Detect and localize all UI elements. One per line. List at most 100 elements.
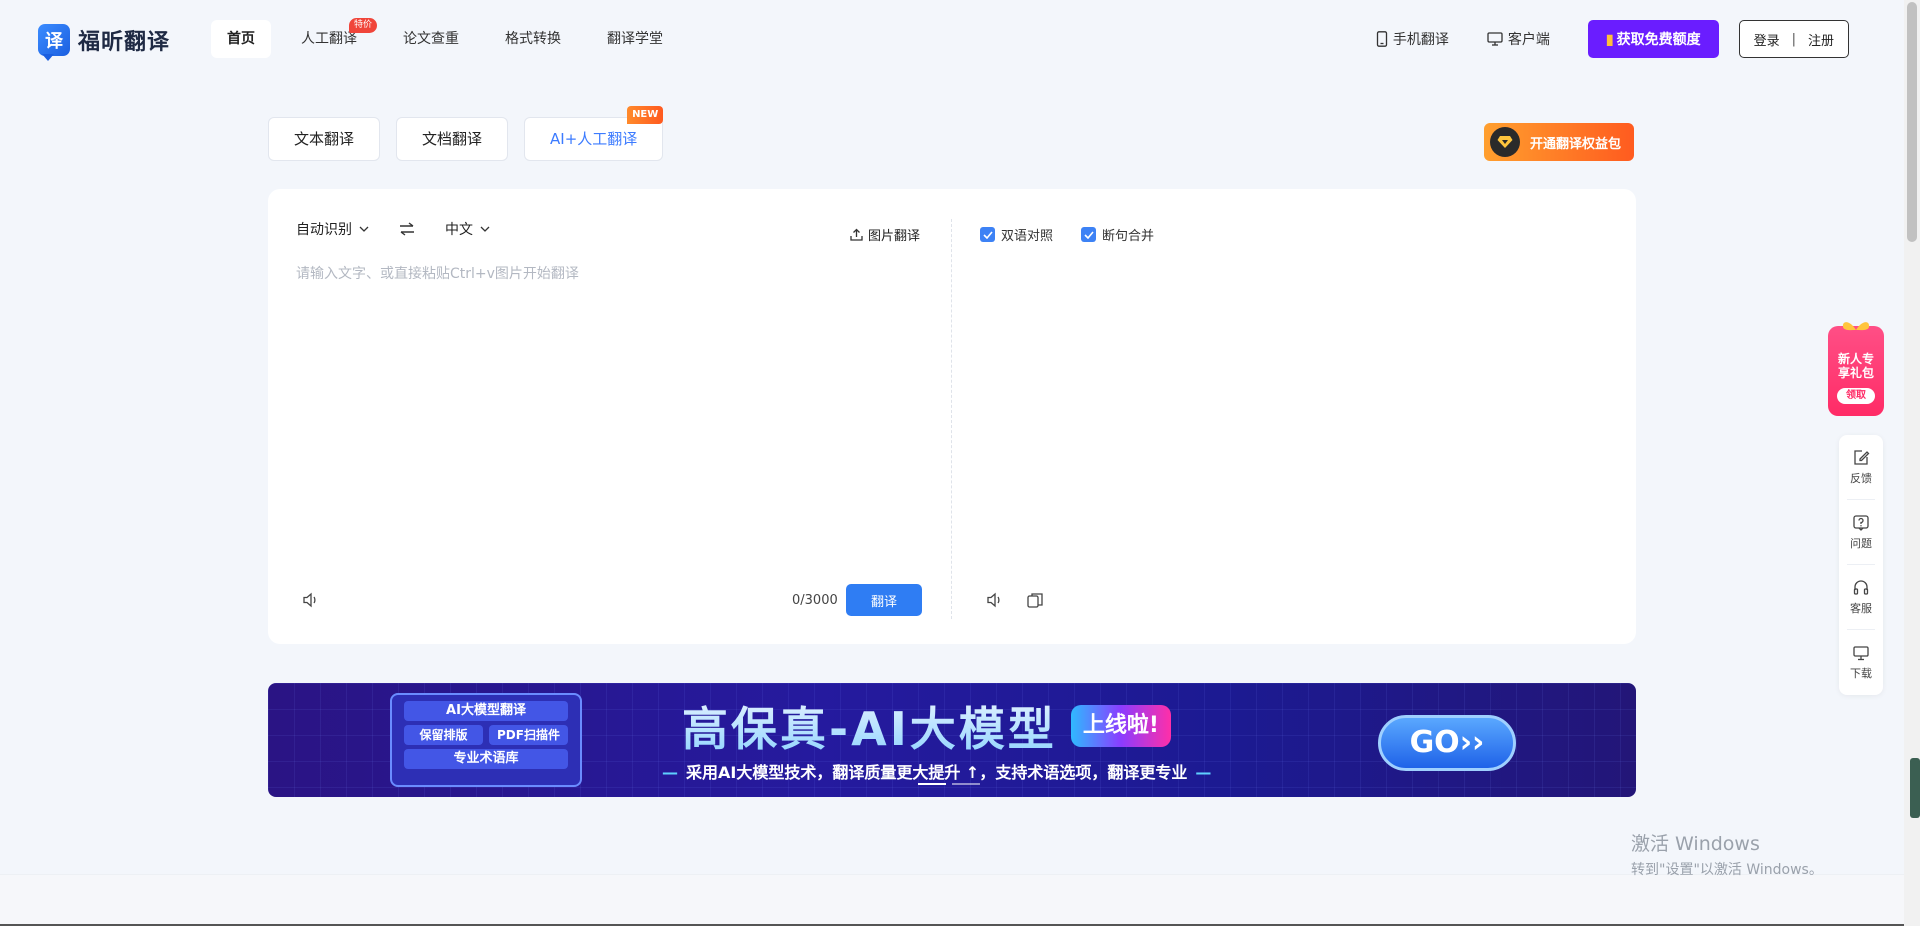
chip-title: AI大模型翻译	[404, 701, 568, 721]
source-text-input[interactable]	[296, 263, 886, 553]
chip-pill: 保留排版	[404, 725, 483, 745]
brand-name: 福昕翻译	[78, 30, 171, 55]
nav-item-label: 翻译学堂	[607, 31, 663, 47]
side-toolbar: 反馈 问题 客服 下载	[1839, 435, 1883, 695]
client-label: 客户端	[1507, 32, 1550, 48]
gift-icon: ▮	[1605, 30, 1614, 47]
nav-item-home[interactable]: 首页	[211, 20, 271, 58]
translate-mode-tabs: 文本翻译 文档翻译 AI+人工翻译 NEW	[268, 106, 679, 161]
gift-text: 新人专 享礼包	[1828, 352, 1884, 380]
side-panel-handle[interactable]	[1910, 758, 1920, 818]
carousel-dot[interactable]	[918, 783, 946, 785]
feedback-button[interactable]: 反馈	[1839, 435, 1883, 499]
logo-icon: 译	[38, 24, 70, 61]
tool-label: 反馈	[1850, 471, 1872, 485]
tab-document-translate[interactable]: 文档翻译	[396, 117, 509, 161]
login-link[interactable]: 登录	[1754, 30, 1780, 49]
checkbox-label: 双语对照	[1001, 229, 1054, 244]
monitor-icon	[1853, 645, 1869, 660]
tool-label: 问题	[1850, 536, 1872, 550]
new-badge: NEW	[627, 106, 664, 124]
diamond-icon	[1490, 127, 1520, 157]
tab-ai-human-translate[interactable]: AI+人工翻译 NEW	[524, 106, 664, 161]
download-button[interactable]: 下载	[1839, 630, 1883, 694]
header-actions: 手机翻译 客户端 ▮ 获取免费额度 登录 | 注册	[1376, 20, 1849, 58]
image-translate-button[interactable]: 图片翻译	[850, 225, 920, 244]
image-translate-label: 图片翻译	[868, 229, 921, 244]
translate-button[interactable]: 翻译	[846, 584, 922, 616]
nav-item-translation-academy[interactable]: 翻译学堂	[591, 20, 679, 58]
brand-logo[interactable]: 译 福昕翻译	[38, 24, 171, 61]
nav-item-format-convert[interactable]: 格式转换	[489, 20, 577, 58]
monitor-icon	[1487, 32, 1503, 46]
watermark-line: 转到"设置"以激活 Windows。	[1631, 862, 1823, 878]
mobile-translate-label: 手机翻译	[1392, 32, 1449, 48]
tool-label: 客服	[1850, 601, 1872, 615]
customer-service-button[interactable]: 客服	[1839, 565, 1883, 629]
checkbox-label: 断句合并	[1102, 229, 1155, 244]
tab-text-translate[interactable]: 文本翻译	[268, 117, 381, 161]
copy-icon[interactable]	[1026, 591, 1044, 613]
panel-divider	[951, 219, 952, 619]
banner-headline-text: 高保真-AI大模型	[682, 693, 1057, 759]
carousel-dots	[918, 783, 980, 785]
gift-text-line: 新人专	[1837, 352, 1874, 366]
tab-label: 文档翻译	[422, 130, 483, 148]
carousel-dot[interactable]	[952, 783, 980, 785]
banner-go-button[interactable]: GO››	[1378, 715, 1516, 771]
char-count: 0/3000	[792, 593, 838, 608]
target-language-value: 中文	[445, 222, 473, 238]
chevron-down-icon	[480, 226, 490, 232]
banner-headline: 高保真-AI大模型 上线啦!	[682, 693, 1171, 759]
nav-item-label: 论文查重	[403, 31, 459, 47]
source-language-select[interactable]: 自动识别	[296, 219, 369, 239]
claim-gift-button[interactable]: 领取	[1837, 388, 1875, 404]
mobile-translate-link[interactable]: 手机翻译	[1376, 29, 1449, 49]
tab-label: 文本翻译	[294, 130, 355, 148]
scrollbar-thumb[interactable]	[1907, 2, 1917, 242]
chip-pill: PDF扫描件	[489, 725, 568, 745]
banner-chip-graphic: AI大模型翻译 保留排版 PDF扫描件 专业术语库	[390, 693, 582, 787]
newcomer-gift-widget[interactable]: 新人专 享礼包 领取	[1828, 322, 1884, 416]
banner-dash: —	[1195, 763, 1212, 782]
client-download-link[interactable]: 客户端	[1487, 29, 1550, 49]
logo-glyph: 译	[45, 31, 63, 52]
banner-subline-text: 采用AI大模型技术，翻译质量更大提升 ↑，支持术语选项，翻译更专业	[686, 763, 1188, 782]
login-register-button[interactable]: 登录 | 注册	[1738, 20, 1849, 58]
swap-languages-button[interactable]	[399, 222, 415, 236]
get-free-quota-button[interactable]: ▮ 获取免费额度	[1587, 20, 1719, 58]
windows-activation-watermark: 激活 Windows 转到"设置"以激活 Windows。	[1631, 829, 1823, 879]
nav-item-human-translation[interactable]: 人工翻译 特价	[285, 18, 377, 58]
swap-icon	[400, 222, 414, 236]
vip-pack-label: 开通翻译权益包	[1530, 136, 1622, 152]
tab-label: AI+人工翻译	[550, 130, 638, 148]
chip-bottom: 专业术语库	[404, 749, 568, 769]
source-speaker-icon[interactable]	[302, 592, 320, 612]
top-navbar: 译 福昕翻译 首页 人工翻译 特价 论文查重 格式转换 翻译学堂 手机翻译 客户…	[0, 0, 1904, 80]
register-link[interactable]: 注册	[1808, 30, 1834, 49]
page-bottom-area	[0, 874, 1904, 926]
watermark-line: 激活 Windows	[1631, 833, 1760, 855]
promo-banner[interactable]: AI大模型翻译 保留排版 PDF扫描件 专业术语库 高保真-AI大模型 上线啦!…	[268, 683, 1636, 797]
nav-item-label: 首页	[227, 31, 255, 47]
source-language-value: 自动识别	[296, 222, 352, 238]
separator: |	[1791, 31, 1796, 47]
chevron-down-icon	[359, 226, 369, 232]
nav-item-plagiarism-check[interactable]: 论文查重	[387, 20, 475, 58]
sentence-merge-checkbox[interactable]: 断句合并	[1081, 225, 1154, 244]
faq-button[interactable]: 问题	[1839, 500, 1883, 564]
sale-badge: 特价	[348, 18, 377, 33]
gift-text-line: 享礼包	[1837, 366, 1874, 380]
question-icon	[1853, 514, 1869, 531]
nav-item-label: 格式转换	[505, 31, 561, 47]
language-bar: 自动识别 中文	[296, 219, 490, 239]
checkbox-checked-icon	[980, 227, 995, 242]
vip-pack-button[interactable]: 开通翻译权益包	[1484, 123, 1634, 161]
bilingual-compare-checkbox[interactable]: 双语对照	[980, 225, 1053, 244]
output-options: 双语对照 断句合并	[980, 225, 1182, 244]
nav-item-label: 人工翻译	[301, 31, 357, 47]
target-speaker-icon[interactable]	[986, 592, 1004, 612]
checkbox-checked-icon	[1081, 227, 1097, 242]
target-language-select[interactable]: 中文	[445, 219, 490, 239]
chip-row: 保留排版 PDF扫描件	[404, 725, 568, 745]
